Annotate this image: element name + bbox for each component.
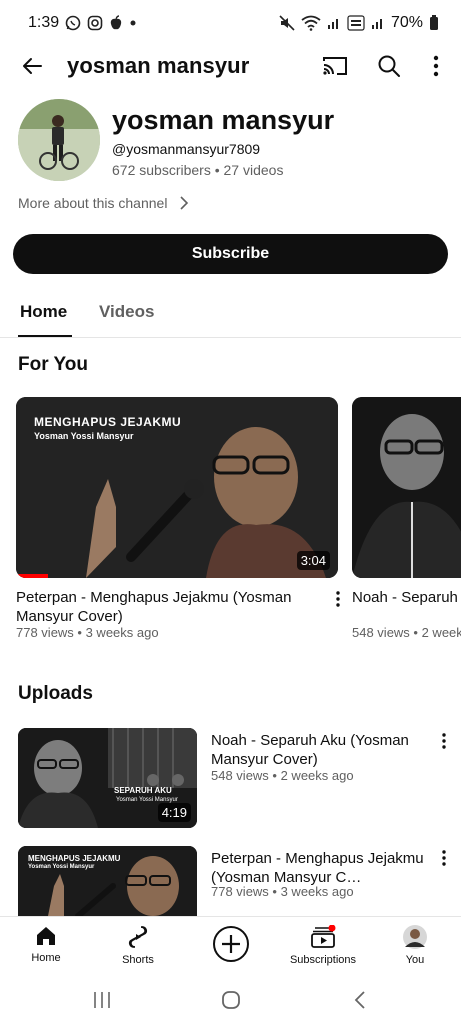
more-vert-icon [442,733,446,749]
recents-icon [94,992,110,1008]
cast-icon [323,57,347,75]
mute-icon [279,15,295,31]
upload-video-title-2[interactable]: Peterpan - Menghapus Jejakmu (Yosman Man… [211,849,429,887]
thumbnail-title-text: MENGHAPUS JEJAKMU [34,415,182,429]
video-thumbnail-image [352,397,461,578]
for-you-video-title[interactable]: Peterpan - Menghapus Jejakmu (Yosman Man… [16,588,324,626]
status-time: 1:39 [28,14,60,31]
cast-button[interactable] [321,52,349,80]
channel-handle: @yosmanmansyur7809 [112,141,261,157]
nav-home[interactable]: Home [28,925,64,964]
tab-selected-indicator [18,335,72,337]
channel-avatar[interactable] [18,99,100,181]
upload-video-meta: 548 views • 2 weeks ago [211,768,354,783]
upload-video-thumbnail[interactable]: SEPARUH AKU Yosman Yossi Mansyur 4:19 [18,728,197,828]
nav-subscriptions[interactable]: Subscriptions [288,925,358,966]
avatar-image [18,99,100,181]
home-icon [37,927,55,945]
apple-icon [109,15,123,31]
battery-percent: 70% [390,14,423,31]
for-you-heading: For You [18,354,89,375]
nav-you-label: You [405,954,425,966]
more-vert-icon [442,850,446,866]
more-vert-icon [433,55,439,77]
subscriptions-icon [311,925,336,948]
channel-stats: 672 subscribers • 27 videos [112,162,284,178]
top-app-bar: yosman mansyur [0,44,461,88]
for-you-video-thumbnail-2[interactable] [352,397,461,578]
video-more-button[interactable] [330,588,346,610]
for-you-video-thumbnail[interactable]: MENGHAPUS JEJAKMU Yosman Yossi Mansyur 3… [16,397,338,578]
uploads-heading: Uploads [18,683,93,704]
chevron-right-icon [180,196,189,210]
video-duration: 4:19 [157,803,191,822]
back-button[interactable] [18,52,46,80]
thumbnail-subtitle-text: Yosman Yossi Mansyur [34,431,134,441]
upload-video-thumbnail-2[interactable]: MENGHAPUS JEJAKMU Yosman Yossi Mansyur [18,846,197,916]
nav-create[interactable] [211,925,251,963]
video-duration: 3:04 [296,551,330,570]
more-vert-icon [336,591,340,607]
nav-home-label: Home [31,952,61,964]
tab-home[interactable]: Home [20,302,67,322]
dot-icon [129,19,137,27]
more-about-link[interactable]: More about this channel [18,195,189,211]
thumbnail-title-text: MENGHAPUS JEJAKMU [28,854,121,863]
more-options-button[interactable] [422,52,450,80]
whatsapp-icon [65,15,81,31]
wifi-icon [301,15,321,31]
bottom-navigation: Home Shorts Subscriptions You [0,916,461,976]
system-navigation-bar [0,976,461,1024]
recent-apps-button[interactable] [90,988,114,1012]
instagram-icon [87,15,103,31]
upload-video-meta-2: 778 views • 3 weeks ago [211,884,354,899]
home-circle-icon [222,991,240,1009]
channel-tabs: Home Videos [0,290,461,338]
nav-subscriptions-label: Subscriptions [289,954,357,966]
shorts-icon [128,926,148,948]
search-icon [378,55,400,77]
battery-icon [429,15,439,31]
nav-shorts-label: Shorts [122,954,154,966]
arrow-left-icon [23,58,42,74]
home-system-button[interactable] [219,988,243,1012]
thumbnail-subtitle-text: Yosman Yossi Mansyur [28,864,95,870]
status-bar: 1:39 70% [0,0,461,46]
back-system-button[interactable] [348,988,372,1012]
subscribe-button[interactable]: Subscribe [13,234,448,274]
search-button[interactable] [375,52,403,80]
more-about-label: More about this channel [18,195,168,211]
video-more-button[interactable] [436,730,452,752]
channel-name: yosman mansyur [112,105,335,135]
nav-shorts[interactable]: Shorts [118,925,158,966]
volte-icon [347,15,365,31]
for-you-video-meta: 778 views • 3 weeks ago [16,625,159,640]
for-you-video-meta-2: 548 views • 2 weeks ago [352,625,461,640]
signal-icon [327,16,341,30]
video-more-button[interactable] [436,847,452,869]
thumbnail-title-text: SEPARUH AKU [114,786,172,795]
back-chevron-icon [354,991,365,1009]
tab-videos[interactable]: Videos [99,302,154,322]
avatar-icon [403,925,427,949]
upload-video-title[interactable]: Noah - Separuh Aku (Yosman Mansyur Cover… [211,731,429,769]
page-title: yosman mansyur [67,53,250,78]
watch-progress-bar [16,574,49,578]
signal-icon-2 [371,16,385,30]
for-you-video-title-2[interactable]: Noah - Separuh Aku (Yosman Mansyur Cover… [352,588,461,607]
create-icon [213,926,249,962]
nav-you[interactable]: You [400,925,430,966]
